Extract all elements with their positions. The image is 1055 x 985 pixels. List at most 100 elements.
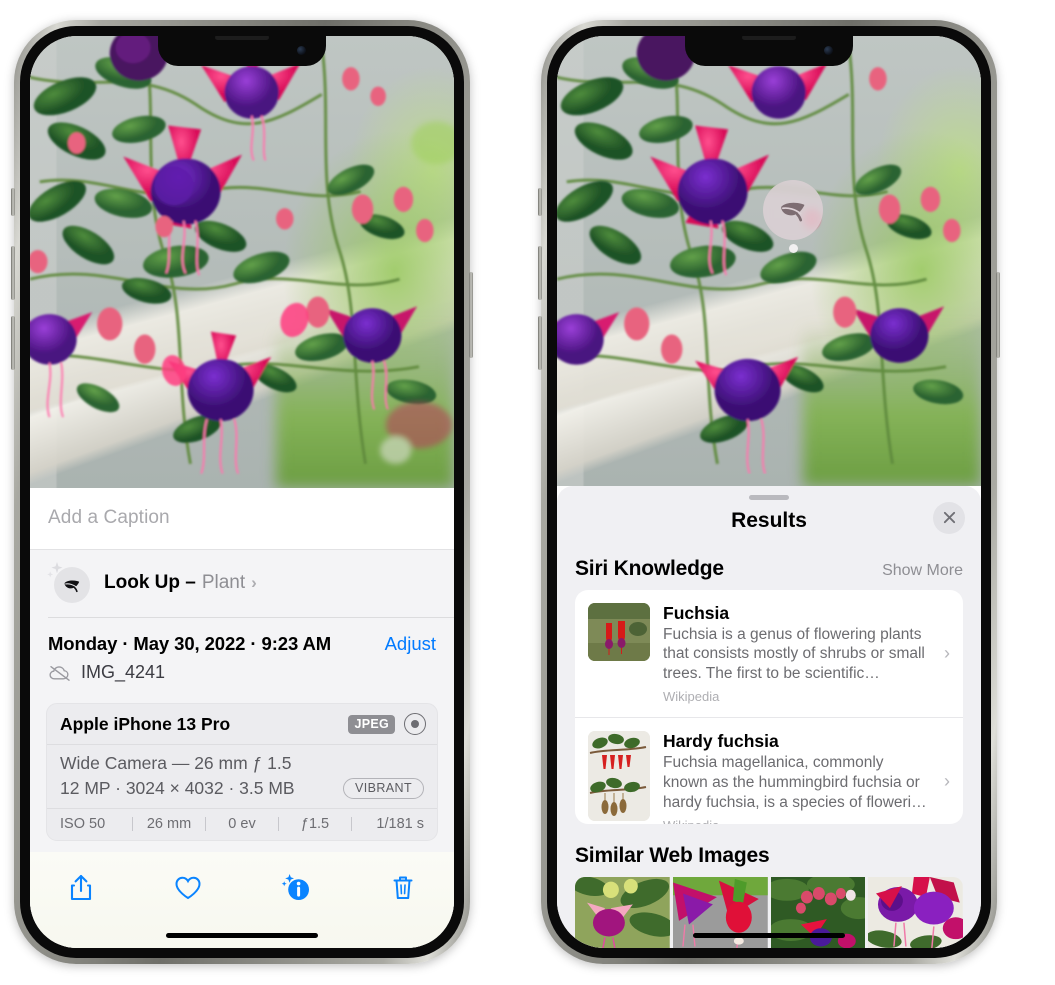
exif-iso: ISO 50 — [60, 816, 106, 832]
screenshot-stage: Add a Caption Look Up – Plant › Monday ·… — [0, 0, 1055, 985]
knowledge-item[interactable]: Fuchsia Fuchsia is a genus of flowering … — [575, 590, 963, 717]
photo-date: Monday · May 30, 2022 · 9:23 AM — [48, 633, 332, 654]
camera-body: Wide Camera — 26 mm ƒ 1.5 12 MP · 3024 ×… — [47, 745, 437, 809]
notch-left — [158, 36, 326, 66]
file-name: IMG_4241 — [81, 662, 166, 682]
format-badge: JPEG — [348, 714, 395, 734]
look-up-label: Look Up – — [104, 572, 196, 593]
siri-knowledge-header: Siri Knowledge Show More — [557, 537, 981, 590]
caption-input[interactable]: Add a Caption — [48, 507, 436, 529]
knowledge-title: Hardy fuchsia — [663, 731, 779, 752]
visual-lookup-leaf-badge[interactable] — [763, 180, 823, 240]
camera-specs: 12 MP · 3024 × 4032 · 3.5 MB — [60, 778, 295, 798]
info-sparkle-icon — [281, 874, 309, 900]
camera-lens: Wide Camera — 26 mm ƒ 1.5 — [60, 753, 292, 773]
photo-viewer-left[interactable] — [30, 36, 454, 488]
exif-aperture: ƒ1.5 — [300, 816, 330, 832]
exif-focal: 26 mm — [146, 816, 192, 832]
iphone-left-device: Add a Caption Look Up – Plant › Monday ·… — [11, 20, 473, 964]
cloud-slash-icon — [49, 665, 70, 681]
date-block: Monday · May 30, 2022 · 9:23 AM Adjust I… — [30, 618, 454, 693]
volume-down-button[interactable] — [538, 316, 542, 370]
fuchsia-flowers-artwork — [557, 36, 964, 474]
device-bezel-left: Add a Caption Look Up – Plant › Monday ·… — [20, 26, 464, 958]
earpiece-speaker — [215, 36, 269, 40]
home-indicator[interactable] — [693, 933, 845, 938]
knowledge-item[interactable]: Hardy fuchsia Fuchsia magellanica, commo… — [575, 717, 963, 824]
power-button[interactable] — [469, 272, 473, 358]
volume-down-button[interactable] — [11, 316, 15, 370]
look-up-label-group: Look Up – Plant › — [104, 572, 257, 594]
camera-device-name: Apple iPhone 13 Pro — [60, 713, 231, 734]
mute-switch[interactable] — [538, 188, 542, 216]
front-camera-icon — [824, 46, 833, 55]
screen-right: Results Siri Knowledge Show More Fuchsia… — [557, 36, 981, 948]
knowledge-body: Fuchsia Fuchsia is a genus of flowering … — [663, 603, 931, 704]
date-line: Monday · May 30, 2022 · 9:23 AM Adjust — [48, 633, 436, 655]
home-indicator[interactable] — [166, 933, 318, 938]
hardy-fuchsia-branch-thumb — [588, 731, 650, 822]
chevron-right-icon[interactable]: › — [944, 771, 950, 792]
camera-specs-row: 12 MP · 3024 × 4032 · 3.5 MB VIBRANT — [60, 778, 424, 799]
web-thumb-art — [868, 876, 963, 948]
adjust-button[interactable]: Adjust — [385, 633, 436, 655]
web-image-1[interactable] — [575, 876, 670, 948]
leaf-icon — [64, 580, 80, 593]
exif-row: ISO 50 26 mm 0 ev ƒ1.5 1/181 s — [47, 809, 437, 840]
photo-info-sheet: Add a Caption Look Up – Plant › Monday ·… — [30, 488, 454, 948]
web-image-4[interactable] — [868, 876, 963, 948]
info-button[interactable] — [273, 866, 319, 910]
look-up-subject: Plant — [201, 572, 246, 593]
exif-ev: 0 ev — [228, 816, 256, 832]
lookup-icon-wrap — [47, 562, 90, 603]
close-icon — [943, 512, 955, 524]
results-title: Results — [731, 508, 807, 532]
web-thumb-art — [575, 876, 670, 948]
volume-up-button[interactable] — [11, 246, 15, 300]
exif-shutter: 1/181 s — [376, 816, 424, 832]
caption-row[interactable]: Add a Caption — [30, 488, 454, 550]
front-camera-icon — [297, 46, 306, 55]
camera-info-card[interactable]: Apple iPhone 13 Pro JPEG Wide Camera — 2… — [46, 703, 438, 841]
similar-web-images-title: Similar Web Images — [575, 843, 770, 867]
show-more-button[interactable]: Show More — [882, 562, 963, 580]
results-header: Results — [557, 500, 981, 537]
heart-icon — [175, 876, 201, 900]
siri-knowledge-card: Fuchsia Fuchsia is a genus of flowering … — [575, 589, 963, 824]
trash-icon — [393, 876, 413, 899]
power-button[interactable] — [996, 272, 1000, 358]
volume-up-button[interactable] — [538, 246, 542, 300]
fuchsia-flowers-artwork — [30, 36, 454, 474]
style-badge: VIBRANT — [343, 778, 424, 799]
favorite-button[interactable] — [165, 866, 211, 910]
delete-button[interactable] — [380, 866, 426, 910]
close-button[interactable] — [933, 501, 965, 534]
earpiece-speaker — [742, 36, 796, 40]
chevron-right-icon[interactable]: › — [251, 573, 257, 593]
aperture-icon[interactable] — [404, 713, 426, 735]
leaf-icon — [781, 202, 805, 222]
knowledge-description: Fuchsia magellanica, commonly known as t… — [663, 754, 927, 811]
device-bezel-right: Results Siri Knowledge Show More Fuchsia… — [547, 26, 991, 958]
iphone-right-device: Results Siri Knowledge Show More Fuchsia… — [538, 20, 1000, 964]
file-line: IMG_4241 — [48, 662, 436, 689]
share-button[interactable] — [58, 866, 104, 910]
lookup-leaf-circle — [54, 567, 90, 603]
knowledge-body: Hardy fuchsia Fuchsia magellanica, commo… — [663, 731, 931, 824]
look-up-row[interactable]: Look Up – Plant › — [30, 550, 454, 617]
mute-switch[interactable] — [11, 188, 15, 216]
visual-lookup-anchor-dot — [789, 244, 798, 253]
screen-left: Add a Caption Look Up – Plant › Monday ·… — [30, 36, 454, 948]
fuchsia-red-flowers-thumb — [588, 602, 650, 661]
photo-viewer-right[interactable] — [557, 36, 981, 486]
notch-right — [685, 36, 853, 66]
thumb-art — [588, 731, 650, 822]
knowledge-description: Fuchsia is a genus of flowering plants t… — [663, 625, 925, 683]
share-icon — [70, 874, 92, 901]
thumb-art — [588, 602, 650, 661]
similar-web-images-header: Similar Web Images — [557, 824, 981, 877]
siri-knowledge-title: Siri Knowledge — [575, 556, 724, 580]
knowledge-title: Fuchsia — [663, 602, 730, 623]
chevron-right-icon[interactable]: › — [944, 643, 950, 664]
camera-header-right: JPEG — [348, 713, 426, 735]
